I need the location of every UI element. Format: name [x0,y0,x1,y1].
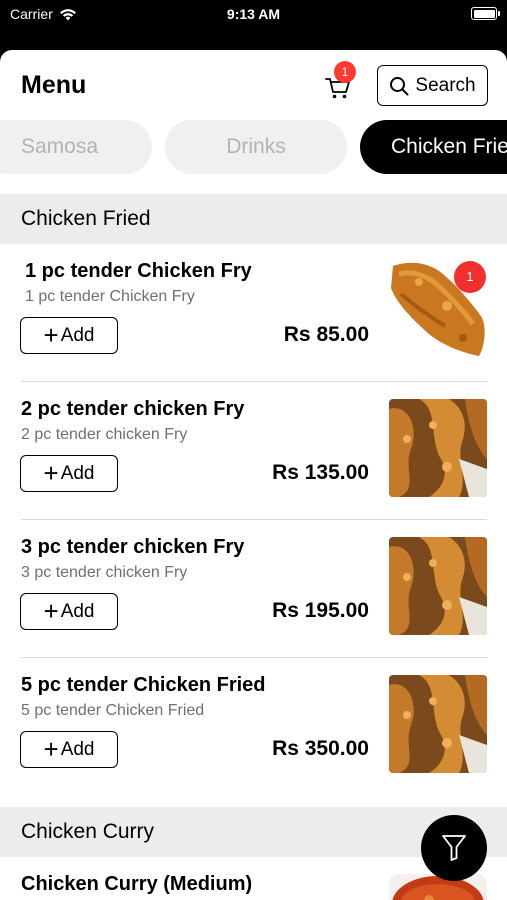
cart-count-badge: 1 [334,61,356,83]
plus-icon: + [43,595,59,626]
category-tab-chicken-fried[interactable]: Chicken Fried [360,120,507,174]
item-description: 5 pc tender Chicken Fried [21,702,205,719]
add-label: Add [60,738,95,760]
list-item[interactable]: 1 pc tender Chicken Fry 1 pc tender Chic… [0,244,507,382]
item-description: 3 pc tender chicken Fry [21,564,188,581]
item-price: Rs 350.00 [272,737,369,760]
list-item[interactable]: 2 pc tender chicken Fry 2 pc tender chic… [0,382,507,520]
item-image[interactable] [389,874,487,900]
search-icon [390,76,409,95]
item-image[interactable] [389,537,487,635]
search-label: Search [415,74,476,96]
item-name: 2 pc tender chicken Fry [21,398,245,420]
add-button[interactable]: + Add [20,731,118,768]
item-price: Rs 135.00 [272,461,369,484]
page-title: Menu [21,71,87,99]
add-label: Add [60,462,95,484]
item-image[interactable] [389,675,487,773]
add-button[interactable]: + Add [20,317,118,354]
category-tab-drinks[interactable]: Drinks [165,120,347,174]
category-tab-samosa[interactable]: Samosa [0,120,152,174]
status-time: 9:13 AM [226,6,281,22]
status-bar: Carrier 9:13 AM [0,0,507,50]
plus-icon: + [43,457,59,488]
plus-icon: + [43,319,59,350]
item-price: Rs 85.00 [283,323,369,346]
filter-button[interactable] [421,815,487,881]
battery-icon [471,7,500,20]
menu-sheet: Menu 1 Search Samosa Drinks Chicken Frie… [0,50,507,900]
plus-icon: + [43,733,59,764]
add-label: Add [60,600,95,622]
item-price: Rs 195.00 [272,599,369,622]
navigation-bar: Menu 1 Search [0,50,507,120]
list-item[interactable]: 5 pc tender Chicken Fried 5 pc tender Ch… [0,658,507,796]
add-button[interactable]: + Add [20,593,118,630]
category-tabs: Samosa Drinks Chicken Fried [0,120,507,194]
quantity-badge: 1 [454,261,486,293]
add-button[interactable]: + Add [20,455,118,492]
item-image[interactable] [389,399,487,497]
list-item[interactable]: 3 pc tender chicken Fry 3 pc tender chic… [0,520,507,658]
search-button[interactable]: Search [377,65,488,106]
item-description: 1 pc tender Chicken Fry [25,288,195,305]
add-label: Add [60,324,95,346]
section-header: Chicken Fried [0,194,507,244]
item-name: 1 pc tender Chicken Fry [25,260,252,282]
item-name: Chicken Curry (Medium) [21,873,253,895]
item-name: 3 pc tender chicken Fry [21,536,245,558]
filter-icon [442,835,466,861]
item-description: 2 pc tender chicken Fry [21,426,188,443]
item-name: 5 pc tender Chicken Fried [21,674,266,696]
